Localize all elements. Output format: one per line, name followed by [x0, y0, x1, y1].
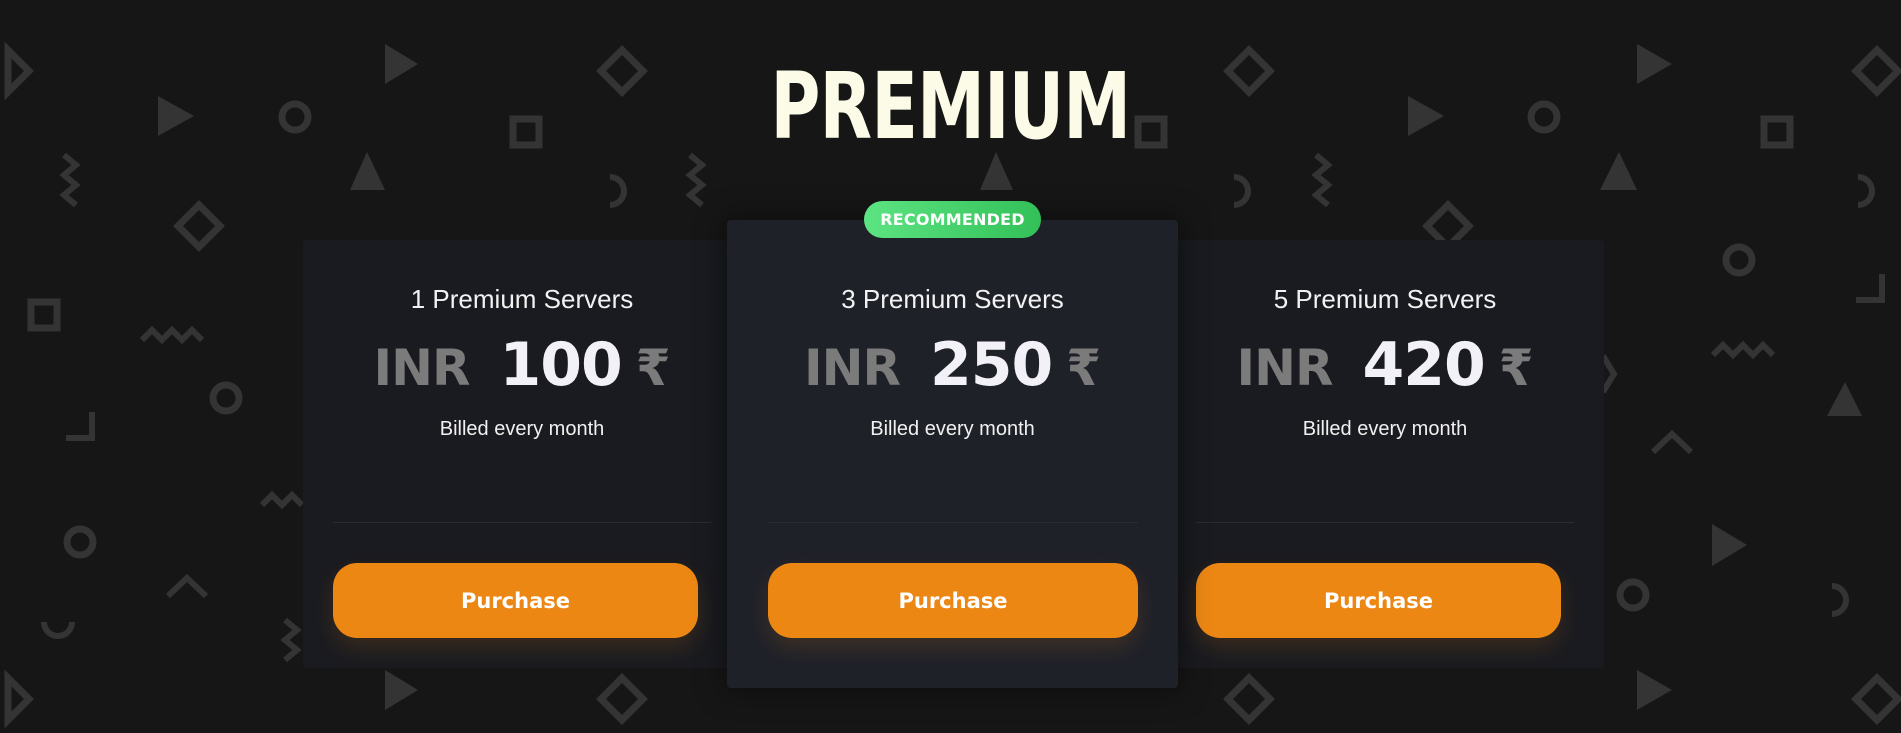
billing-period: Billed every month: [439, 418, 605, 440]
purchase-button[interactable]: Purchase: [333, 563, 698, 638]
plan-name: 1 Premium Servers: [410, 284, 634, 314]
plan-name: 3 Premium Servers: [841, 284, 1064, 314]
plan-card-3: 5 Premium Servers INR 420 ₹ Billed every…: [1166, 240, 1604, 668]
price-row: INR 100 ₹: [303, 330, 741, 400]
currency-code: INR: [1236, 339, 1334, 397]
recommended-badge: RECOMMENDED: [864, 201, 1041, 238]
currency-code: INR: [373, 339, 471, 397]
card-divider: [767, 522, 1138, 523]
currency-symbol: ₹: [1498, 339, 1534, 397]
price-row: INR 420 ₹: [1166, 330, 1604, 400]
purchase-button[interactable]: Purchase: [1196, 563, 1561, 638]
price-row: INR 250 ₹: [727, 330, 1178, 400]
currency-code: INR: [804, 339, 901, 397]
card-divider: [1196, 522, 1574, 523]
plan-name: 5 Premium Servers: [1273, 284, 1497, 314]
billing-period: Billed every month: [870, 418, 1035, 440]
price-amount: 100: [499, 330, 622, 400]
card-divider: [333, 522, 711, 523]
price-amount: 420: [1362, 330, 1485, 400]
plan-card-1: 1 Premium Servers INR 100 ₹ Billed every…: [303, 240, 741, 668]
purchase-button[interactable]: Purchase: [768, 563, 1138, 638]
page-title: PREMIUM: [770, 53, 1131, 160]
currency-symbol: ₹: [635, 339, 671, 397]
price-amount: 250: [929, 330, 1053, 400]
currency-symbol: ₹: [1066, 339, 1101, 397]
billing-period: Billed every month: [1302, 418, 1468, 440]
plan-card-2-recommended: 3 Premium Servers INR 250 ₹ Billed every…: [727, 220, 1178, 688]
